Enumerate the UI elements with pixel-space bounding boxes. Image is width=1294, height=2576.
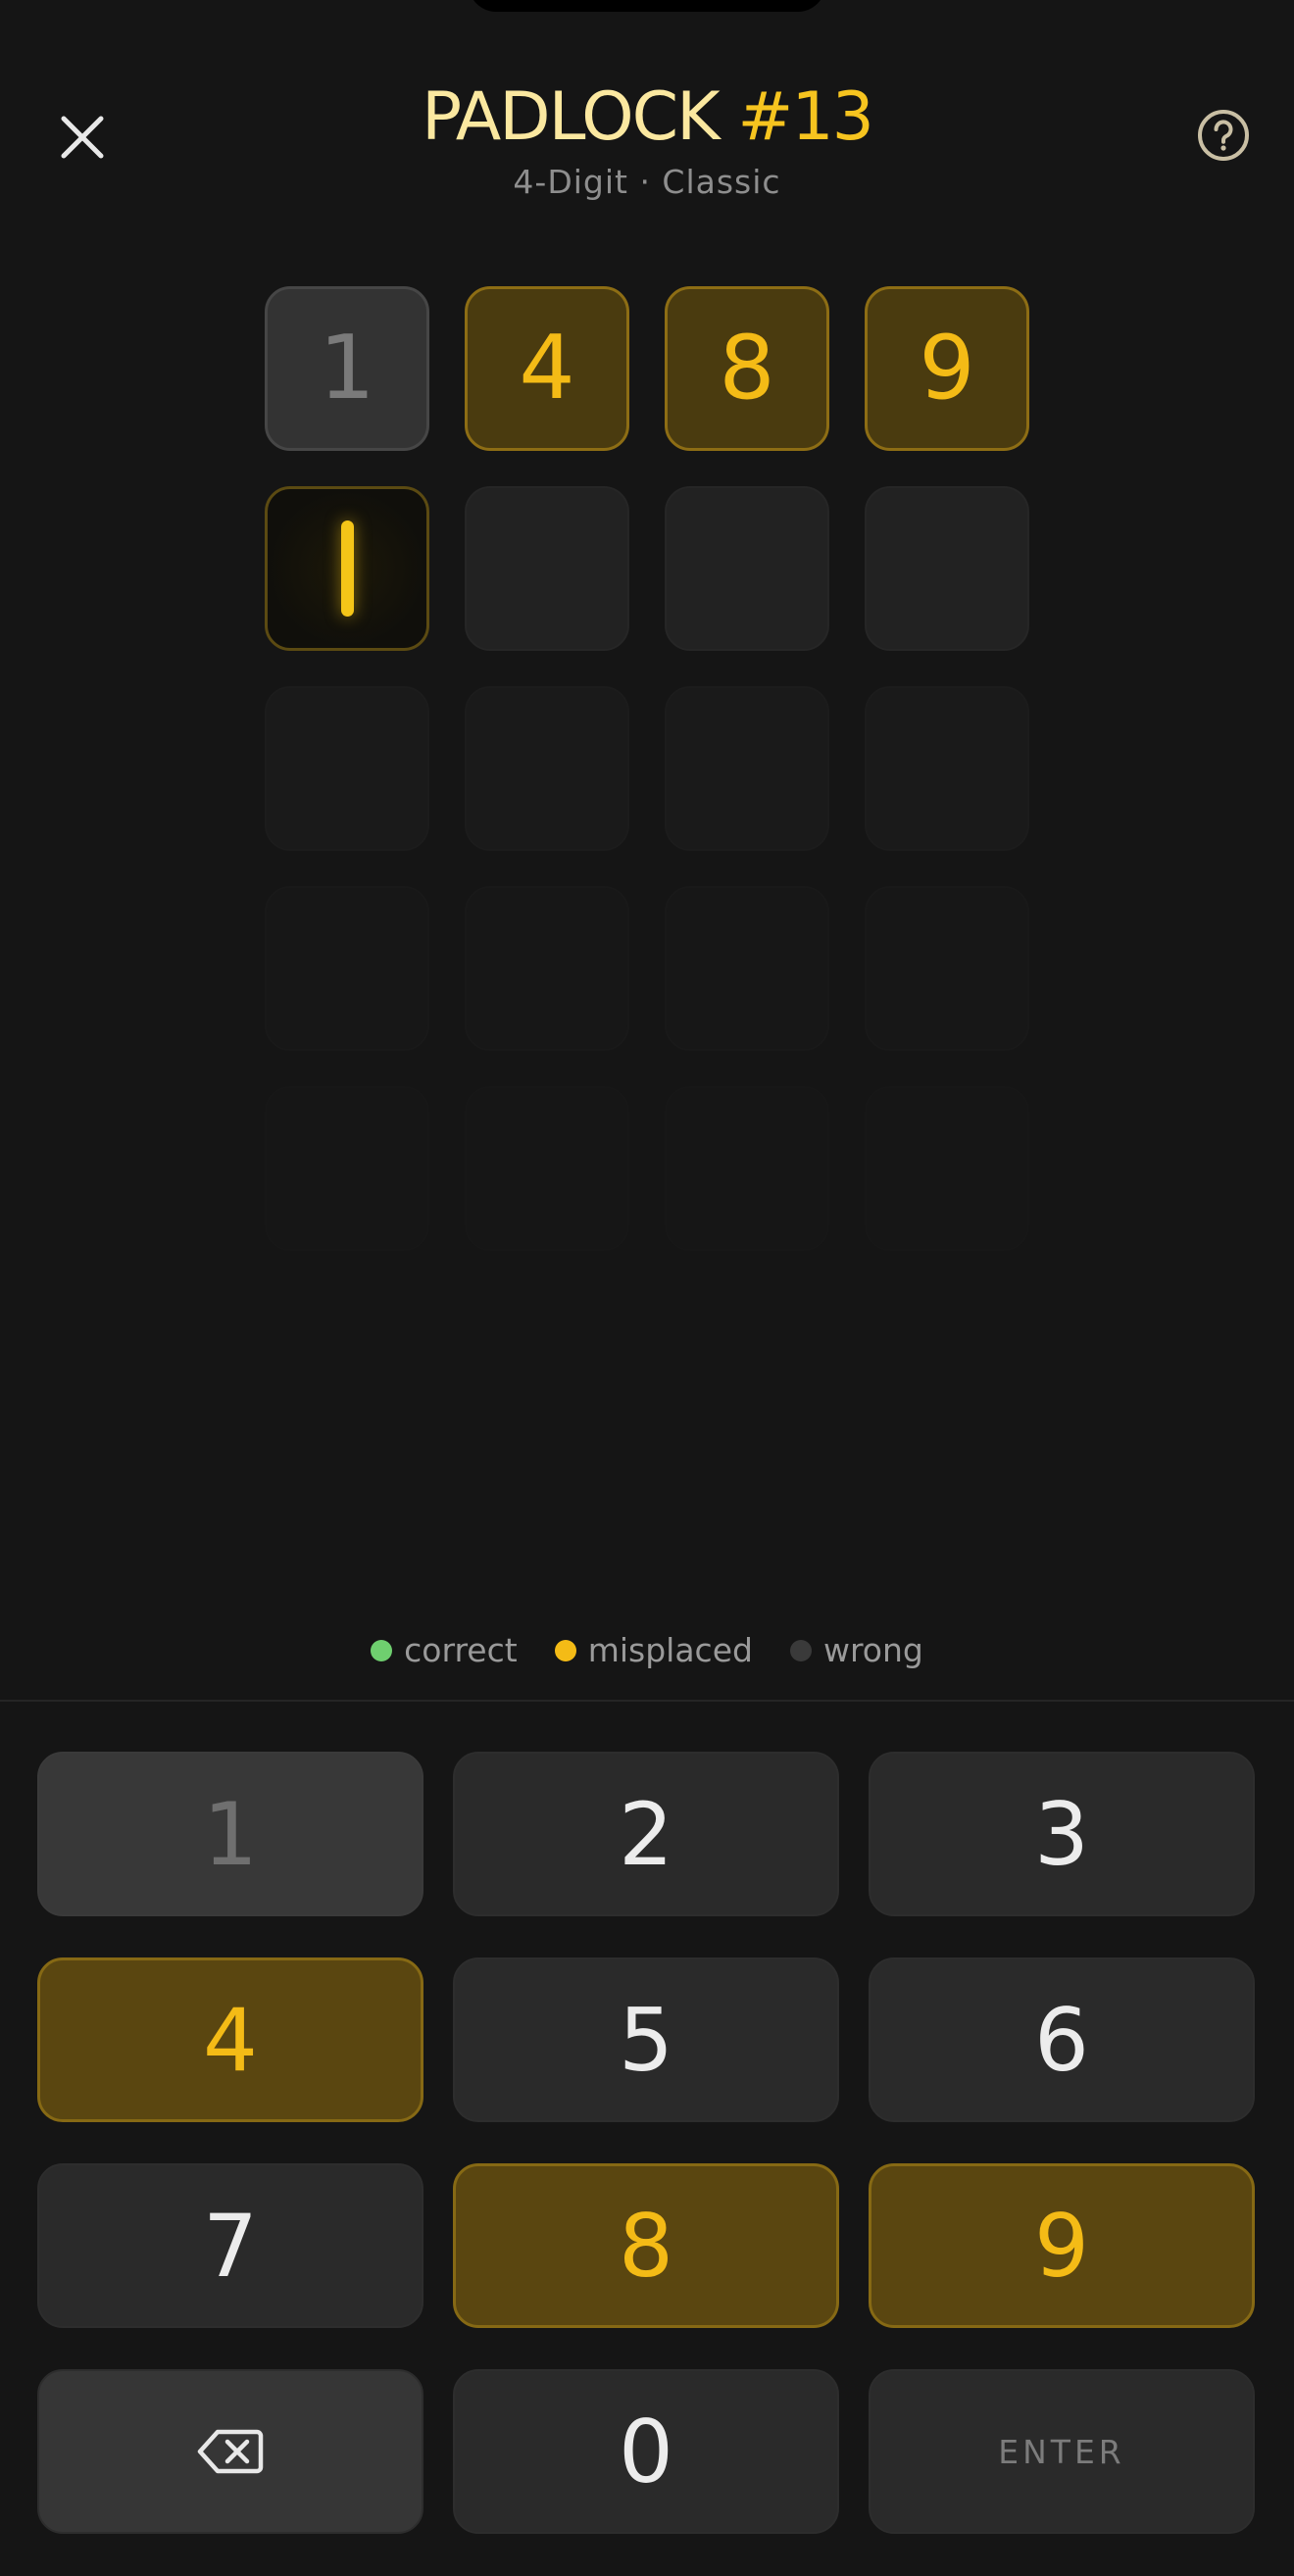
guess-cell-r3c1 <box>265 686 429 851</box>
wrong-dot-icon <box>789 1639 812 1661</box>
guess-cell-r2c3 <box>665 486 829 651</box>
guess-grid: 1 4 8 9 <box>265 286 1029 1251</box>
key-4[interactable]: 4 <box>37 1957 423 2122</box>
backspace-button[interactable] <box>37 2369 423 2534</box>
keypad-divider <box>0 1700 1294 1702</box>
title-number: #13 <box>737 78 874 156</box>
key-3[interactable]: 3 <box>869 1752 1255 1916</box>
guess-cell-r5c2 <box>465 1086 629 1251</box>
key-8[interactable]: 8 <box>453 2163 839 2328</box>
guess-cell-r4c1 <box>265 886 429 1051</box>
guess-cell-r3c3 <box>665 686 829 851</box>
key-9[interactable]: 9 <box>869 2163 1255 2328</box>
legend-misplaced: misplaced <box>554 1631 753 1669</box>
color-legend: correct misplaced wrong <box>0 1631 1294 1669</box>
guess-cell-r5c1 <box>265 1086 429 1251</box>
guess-cell-r4c4 <box>865 886 1029 1051</box>
guess-cell-r2c4 <box>865 486 1029 651</box>
key-6[interactable]: 6 <box>869 1957 1255 2122</box>
guess-cell-r3c2 <box>465 686 629 851</box>
legend-wrong: wrong <box>789 1631 923 1669</box>
correct-dot-icon <box>371 1639 393 1661</box>
page-subtitle: 4-Digit · Classic <box>513 163 781 201</box>
guess-cell-r1c3: 8 <box>665 286 829 451</box>
device-notch <box>469 0 825 12</box>
guess-cell-r5c4 <box>865 1086 1029 1251</box>
guess-cell-r4c2 <box>465 886 629 1051</box>
key-2[interactable]: 2 <box>453 1752 839 1916</box>
guess-cell-r1c4: 9 <box>865 286 1029 451</box>
legend-misplaced-label: misplaced <box>587 1631 753 1669</box>
input-caret <box>340 520 354 617</box>
guess-cell-r5c3 <box>665 1086 829 1251</box>
page-title: PADLOCK #13 <box>0 76 1294 159</box>
key-0[interactable]: 0 <box>453 2369 839 2534</box>
enter-button[interactable]: ENTER <box>869 2369 1255 2534</box>
help-button[interactable] <box>1196 108 1251 163</box>
title-name: PADLOCK <box>422 78 738 156</box>
key-1[interactable]: 1 <box>37 1752 423 1916</box>
legend-wrong-label: wrong <box>822 1631 923 1669</box>
guess-cell-r2c1-active <box>265 486 429 651</box>
key-7[interactable]: 7 <box>37 2163 423 2328</box>
guess-cell-r1c1: 1 <box>265 286 429 451</box>
legend-correct-label: correct <box>404 1631 518 1669</box>
backspace-icon <box>197 2429 264 2474</box>
key-5[interactable]: 5 <box>453 1957 839 2122</box>
help-icon <box>1198 110 1249 161</box>
guess-cell-r3c4 <box>865 686 1029 851</box>
guess-cell-r1c2: 4 <box>465 286 629 451</box>
guess-cell-r4c3 <box>665 886 829 1051</box>
guess-cell-r2c2 <box>465 486 629 651</box>
legend-correct: correct <box>371 1631 518 1669</box>
misplaced-dot-icon <box>554 1639 576 1661</box>
number-keypad: 1 2 3 4 5 6 7 8 9 0 ENTER <box>37 1752 1255 2534</box>
